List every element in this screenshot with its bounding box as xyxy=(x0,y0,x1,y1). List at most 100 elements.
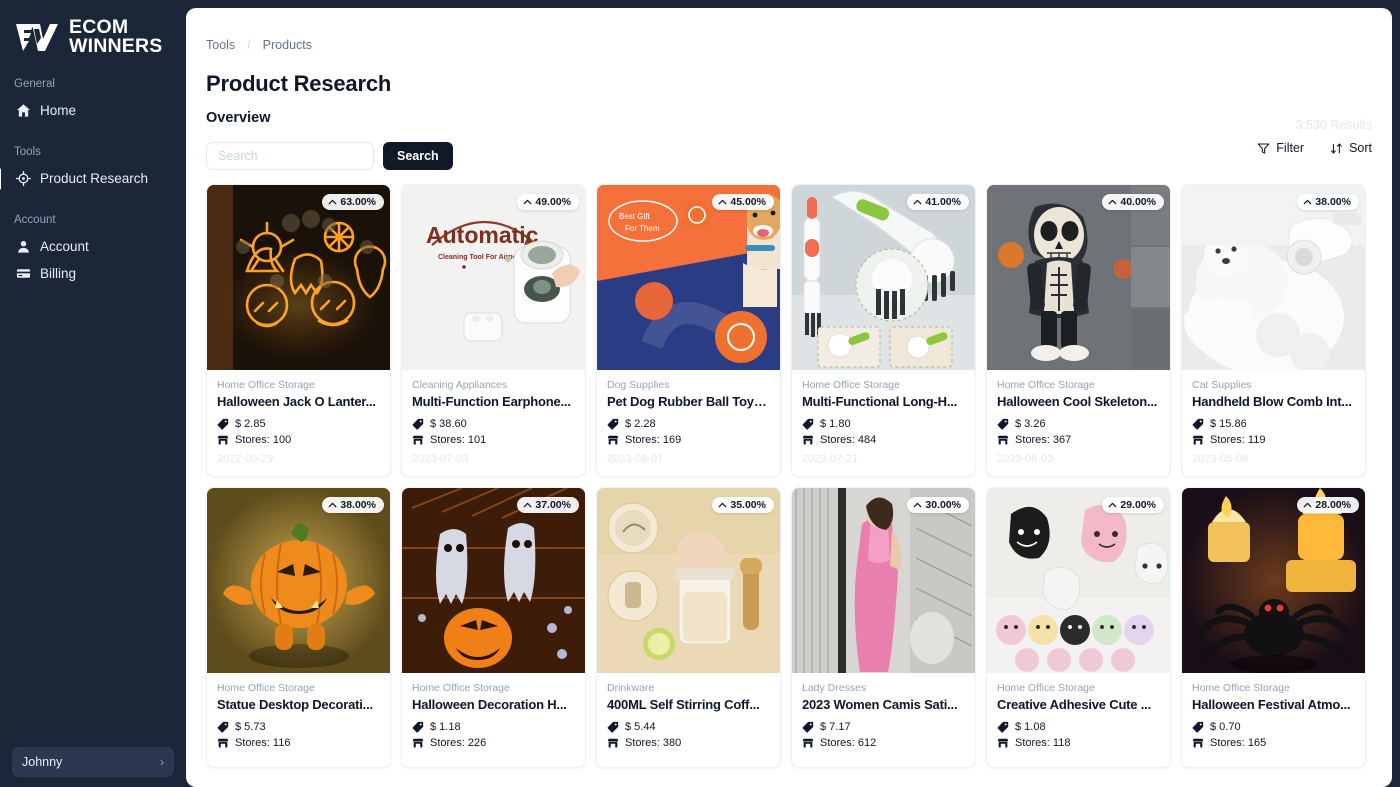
brand-logo[interactable]: ECOM WINNERS xyxy=(0,0,186,56)
product-category: Lady Dresses xyxy=(802,682,867,694)
product-card[interactable]: 30.00% Lady Dresses 2023 Women Camis Sati.… xyxy=(791,487,976,768)
product-category: Home Office Storage xyxy=(217,379,315,391)
product-stores: Stores: 100 xyxy=(235,434,292,446)
product-category: Drinkware xyxy=(607,682,655,694)
sidebar-section-tools: Tools xyxy=(14,146,41,158)
growth-badge: 45.00% xyxy=(712,194,774,210)
price-tag-icon xyxy=(412,721,424,733)
product-info: Home Office Storage Halloween Jack O Lant… xyxy=(207,370,390,476)
product-thumbnail[interactable]: 41.00% xyxy=(792,185,975,370)
breadcrumb-item-tools[interactable]: Tools xyxy=(206,38,235,52)
user-name: Johnny xyxy=(22,755,63,769)
svg-text:Cleaning Tool For Airpods: Cleaning Tool For Airpods xyxy=(438,254,525,261)
user-profile-button[interactable]: Johnny › xyxy=(12,747,174,777)
filter-button[interactable]: Filter xyxy=(1257,141,1304,155)
product-card[interactable]: Best Gift For Them 45.00% Dog Supplies Pet D… xyxy=(596,184,781,477)
product-stores-row: Stores: 612 xyxy=(802,737,965,749)
product-name: Handheld Blow Comb Int... xyxy=(1192,394,1352,409)
growth-value: 30.00% xyxy=(925,499,961,511)
product-thumbnail[interactable]: 29.00% xyxy=(987,488,1170,673)
product-thumbnail[interactable]: 37.00% xyxy=(402,488,585,673)
growth-value: 38.00% xyxy=(340,499,376,511)
product-thumbnail[interactable]: Automatic Cleaning Tool For Airpods 49.00% xyxy=(402,185,585,370)
breadcrumb: Tools / Products xyxy=(186,8,1392,52)
store-icon xyxy=(607,434,619,446)
store-icon xyxy=(412,434,424,446)
product-price-row: $ 7.17 xyxy=(802,721,965,733)
product-info: Home Office Storage Halloween Decoration … xyxy=(402,673,585,767)
sort-icon xyxy=(1330,142,1343,155)
product-price-row: $ 3.26 xyxy=(997,418,1160,430)
product-thumbnail[interactable]: Best Gift For Them 45.00% xyxy=(597,185,780,370)
search-input[interactable] xyxy=(206,142,374,170)
product-card[interactable]: 38.00% Home Office Storage Statue Desktop … xyxy=(206,487,391,768)
growth-badge: 29.00% xyxy=(1102,497,1164,513)
product-card[interactable]: 41.00% Home Office Storage Multi-Functiona… xyxy=(791,184,976,477)
product-card[interactable]: 29.00% Home Office Storage Creative Adhesi… xyxy=(986,487,1171,768)
product-price: $ 1.08 xyxy=(1015,721,1046,733)
product-thumbnail[interactable]: 35.00% xyxy=(597,488,780,673)
store-icon xyxy=(997,434,1009,446)
page-title: Product Research xyxy=(206,71,392,96)
product-stores-row: Stores: 118 xyxy=(997,737,1160,749)
caret-up-icon xyxy=(718,198,727,207)
store-icon xyxy=(217,737,229,749)
home-icon xyxy=(16,103,31,118)
toolbar-right: 3.530 Results Filter Sort xyxy=(1257,118,1372,155)
product-price: $ 5.73 xyxy=(235,721,266,733)
sidebar-item-product-research[interactable]: Product Research xyxy=(0,165,186,192)
caret-up-icon xyxy=(1303,501,1312,510)
product-thumbnail[interactable]: 38.00% xyxy=(1182,185,1365,370)
product-card[interactable]: 35.00% Drinkware 400ML Self Stirring Coff.… xyxy=(596,487,781,768)
sidebar-section-general: General xyxy=(14,78,55,90)
product-price: $ 5.44 xyxy=(625,721,656,733)
price-tag-icon xyxy=(1192,418,1204,430)
growth-value: 63.00% xyxy=(340,196,376,208)
product-card[interactable]: 37.00% Home Office Storage Halloween Decor… xyxy=(401,487,586,768)
product-name: 2023 Women Camis Sati... xyxy=(802,697,958,712)
product-category: Home Office Storage xyxy=(997,682,1095,694)
product-stores-row: Stores: 226 xyxy=(412,737,575,749)
price-tag-icon xyxy=(412,418,424,430)
sidebar-item-billing[interactable]: Billing xyxy=(0,260,186,287)
product-price: $ 1.18 xyxy=(430,721,461,733)
growth-badge: 28.00% xyxy=(1297,497,1359,513)
caret-up-icon xyxy=(523,198,532,207)
product-card[interactable]: 40.00% Home Office Storage Halloween Cool … xyxy=(986,184,1171,477)
product-card[interactable]: Automatic Cleaning Tool For Airpods 49.00%… xyxy=(401,184,586,477)
chevron-right-icon: › xyxy=(160,755,164,769)
sidebar-item-home[interactable]: Home xyxy=(0,97,186,124)
product-stores-row: Stores: 484 xyxy=(802,434,965,446)
product-price-row: $ 38.60 xyxy=(412,418,575,430)
store-icon xyxy=(217,434,229,446)
growth-value: 45.00% xyxy=(730,196,766,208)
product-thumbnail[interactable]: 40.00% xyxy=(987,185,1170,370)
product-card[interactable]: 28.00% Home Office Storage Halloween Festi… xyxy=(1181,487,1366,768)
growth-badge: 38.00% xyxy=(322,497,384,513)
product-category: Cleaning Appliances xyxy=(412,379,508,391)
caret-up-icon xyxy=(718,501,727,510)
product-info: Lady Dresses 2023 Women Camis Sati... $ 7.… xyxy=(792,673,975,767)
product-thumbnail[interactable]: 28.00% xyxy=(1182,488,1365,673)
growth-value: 29.00% xyxy=(1120,499,1156,511)
growth-badge: 63.00% xyxy=(322,194,384,210)
product-name: Halloween Festival Atmo... xyxy=(1192,697,1351,712)
product-info: Cleaning Appliances Multi-Function Earpho… xyxy=(402,370,585,476)
growth-value: 37.00% xyxy=(535,499,571,511)
product-price: $ 0.70 xyxy=(1210,721,1241,733)
breadcrumb-item-products[interactable]: Products xyxy=(263,38,312,52)
product-card[interactable]: 63.00% Home Office Storage Halloween Jack … xyxy=(206,184,391,477)
sidebar-item-label: Home xyxy=(40,103,77,118)
sidebar-item-account[interactable]: Account xyxy=(0,233,186,260)
price-tag-icon xyxy=(802,721,814,733)
product-name: Pet Dog Rubber Ball Toys... xyxy=(607,394,770,409)
product-price-row: $ 2.28 xyxy=(607,418,770,430)
sidebar-item-label: Product Research xyxy=(40,171,149,186)
product-name: Multi-Function Earphone... xyxy=(412,394,571,409)
product-thumbnail[interactable]: 63.00% xyxy=(207,185,390,370)
product-thumbnail[interactable]: 38.00% xyxy=(207,488,390,673)
search-button[interactable]: Search xyxy=(383,142,453,170)
product-thumbnail[interactable]: 30.00% xyxy=(792,488,975,673)
product-card[interactable]: 38.00% Cat Supplies Handheld Blow Comb Int… xyxy=(1181,184,1366,477)
sort-button[interactable]: Sort xyxy=(1330,141,1372,155)
